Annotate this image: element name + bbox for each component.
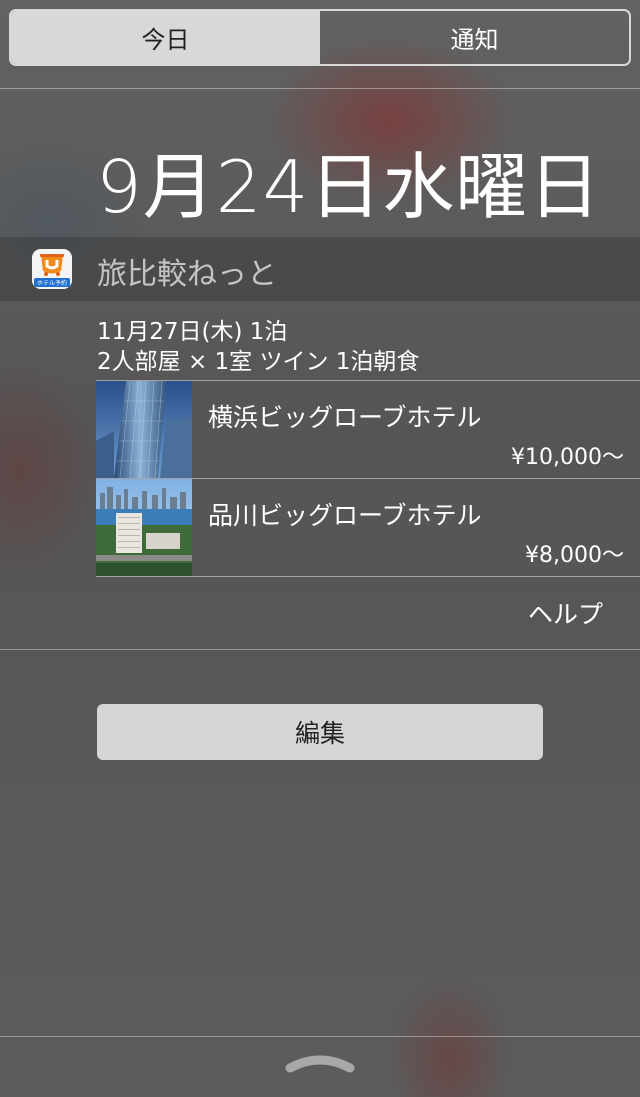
hotel-price: ¥8,000〜 xyxy=(525,543,624,568)
date-heading: 9月24日水曜日 xyxy=(96,145,602,229)
hotel-thumbnail-waterfront xyxy=(96,479,192,576)
hotel-row-yokohama[interactable]: 横浜ビッグローブホテル ¥10,000〜 xyxy=(96,381,640,478)
room-conditions: 2人部屋 × 1室 ツイン 1泊朝食 xyxy=(97,349,420,375)
hotel-app-icon: ホテル予約 xyxy=(32,249,72,289)
edit-button[interactable]: 編集 xyxy=(97,704,543,760)
hotel-name: 横浜ビッグローブホテル xyxy=(208,403,482,432)
row-divider xyxy=(96,576,640,577)
widget-header[interactable]: ホテル予約 旅比較ねっと xyxy=(0,237,640,301)
app-icon-caption: ホテル予約 xyxy=(37,279,67,287)
divider xyxy=(0,88,640,89)
widget-app-name: 旅比較ねっと xyxy=(97,257,277,292)
hotel-row-shinagawa[interactable]: 品川ビッグローブホテル ¥8,000〜 xyxy=(96,479,640,576)
divider xyxy=(0,1036,640,1037)
help-link[interactable]: ヘルプ xyxy=(528,595,603,631)
hotel-thumbnail-tower xyxy=(96,381,192,478)
tab-notifications[interactable]: 通知 xyxy=(320,11,629,64)
divider xyxy=(0,649,640,650)
view-segmented-control: 今日 通知 xyxy=(9,9,631,66)
hotel-price: ¥10,000〜 xyxy=(511,445,624,470)
stay-dates: 11月27日(木) 1泊 xyxy=(97,319,288,345)
pull-up-grabber-icon[interactable] xyxy=(284,1052,356,1074)
tab-today[interactable]: 今日 xyxy=(11,11,320,64)
hotel-name: 品川ビッグローブホテル xyxy=(208,501,482,530)
